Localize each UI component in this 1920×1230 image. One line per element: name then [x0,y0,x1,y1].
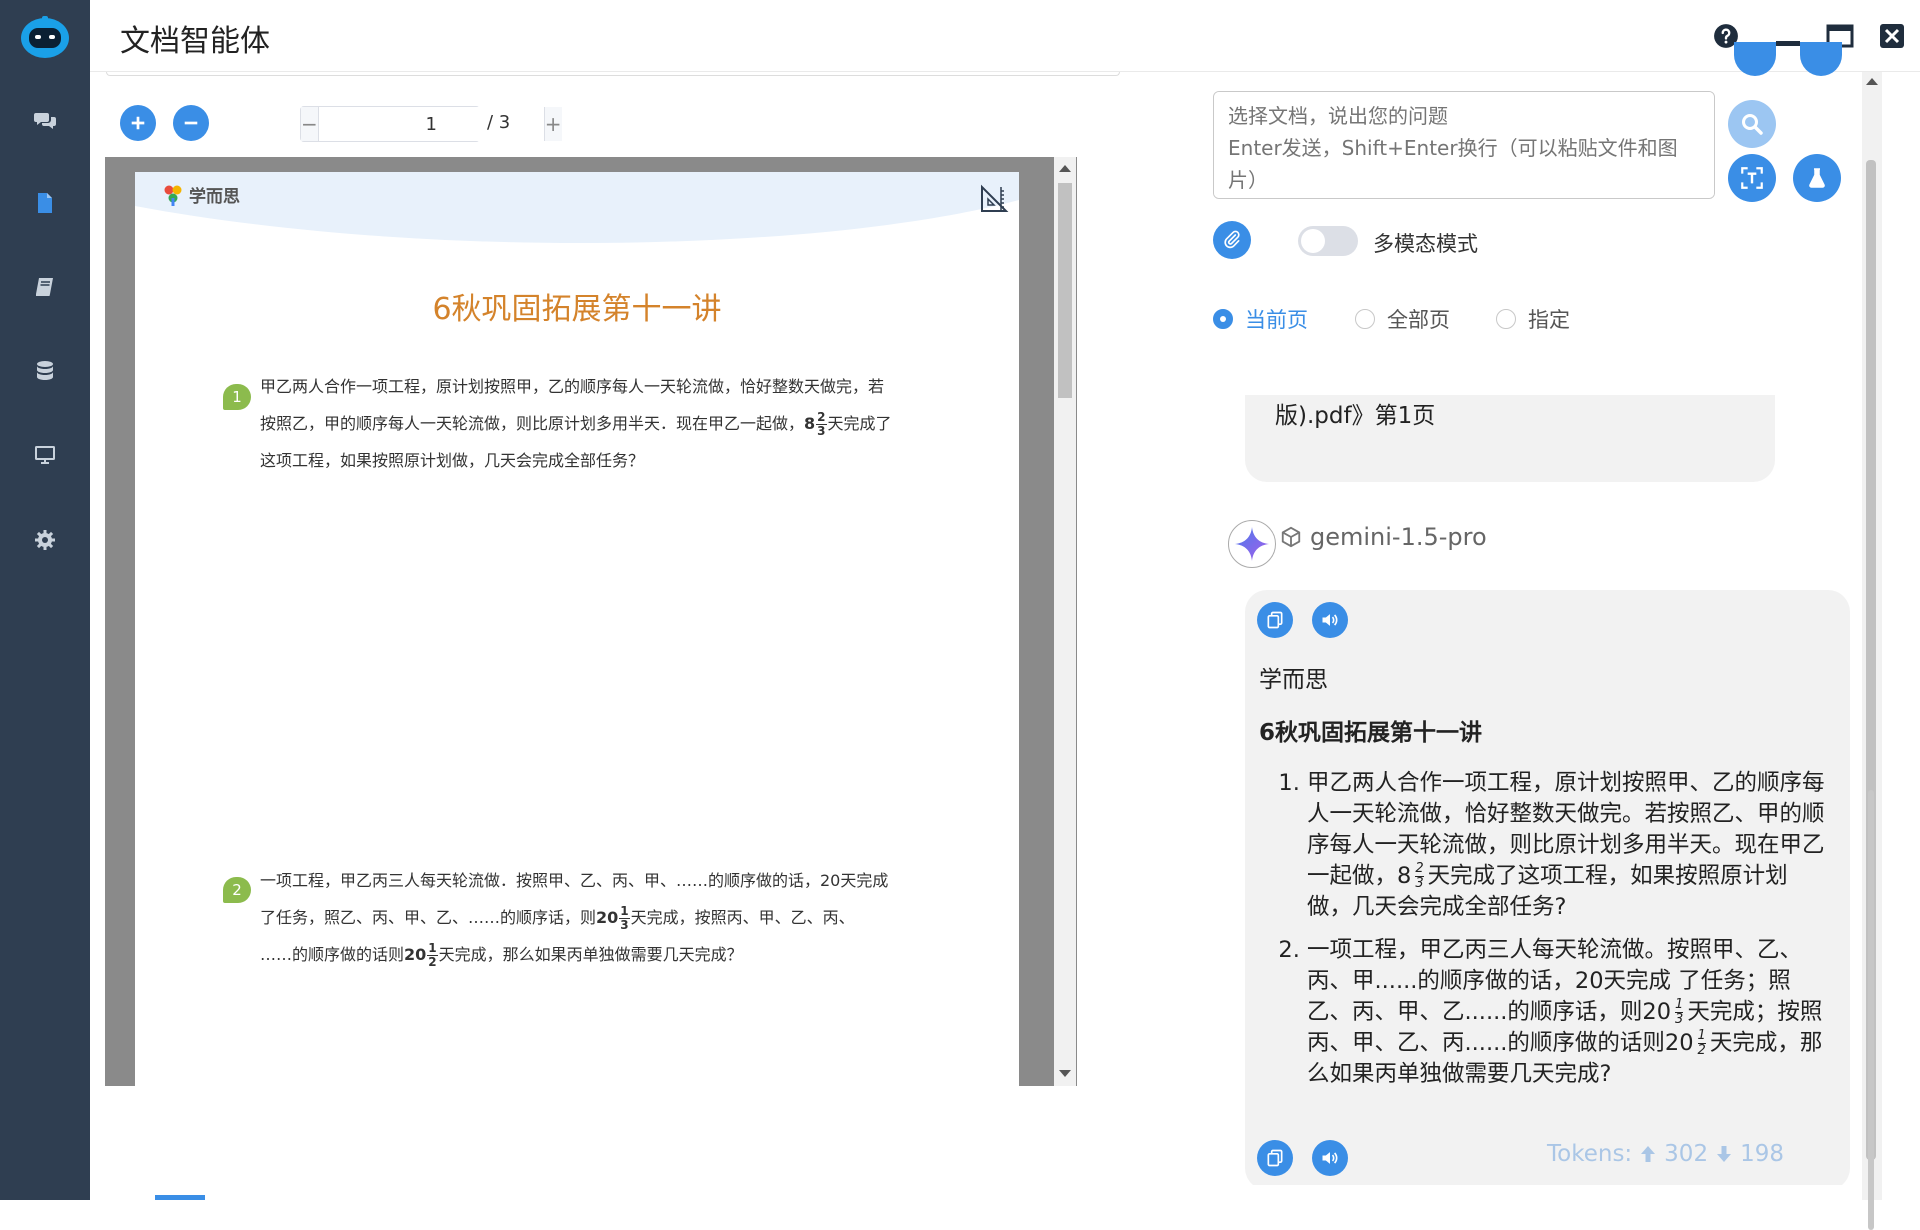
pdf-brand: 学而思 [163,182,240,207]
title-bar: 文档智能体 [90,0,1920,72]
sidebar [0,0,90,1200]
page-number-input[interactable] [317,107,545,141]
radio-all-pages[interactable]: 全部页 [1355,304,1450,334]
close-button[interactable] [1876,20,1908,52]
pdf-title: 6秋巩固拓展第十一讲 [432,292,722,327]
next-page-button[interactable]: + [544,107,562,141]
sidebar-item-settings[interactable] [0,510,90,570]
minus-icon [184,121,198,125]
minimize-icon [1776,41,1800,46]
search-icon [1742,114,1763,135]
text-scan-icon [1741,167,1763,189]
robot-logo-icon [20,14,70,60]
page-stepper: − + [300,106,562,142]
app-title: 文档智能体 [120,24,270,59]
ruler-triangle-icon [981,184,1009,212]
ocr-text-button[interactable] [1728,154,1776,202]
inner-scroll-thumb[interactable] [1868,790,1874,1230]
fraction: 12 [427,941,438,969]
lab-button[interactable] [1793,154,1841,202]
arrow-down-icon [1717,1146,1732,1162]
search-send-button[interactable] [1728,100,1776,148]
question-1-badge: 1 [223,384,251,410]
copy-icon [1267,611,1283,629]
copy-button-bottom[interactable] [1257,1140,1293,1176]
gemini-avatar-icon [1228,520,1276,568]
database-icon [37,361,53,380]
scroll-down-arrow-icon[interactable] [1059,1070,1071,1077]
token-usage: Tokens: 302 198 [1547,1141,1784,1167]
fraction: 23 [1415,861,1424,891]
brand-logo-icon [164,185,182,206]
answer-title: 6秋巩固拓展第十一讲 [1259,720,1483,746]
radio-dot [1355,309,1375,329]
paperclip-icon [1224,230,1240,249]
comments-icon [34,113,56,129]
close-icon [1880,24,1904,48]
header-wave-decoration [135,172,1019,244]
sidebar-item-database[interactable] [0,341,90,401]
book-icon [36,278,53,296]
pdf-toolbar-edge [106,72,1120,76]
gear-icon [35,530,55,550]
zoom-out-button[interactable] [173,105,209,141]
chat-messages[interactable]: 版).pdf》第1页 gemini-1.5-pro 学而思 6秋巩固拓展第十一讲… [1213,395,1873,1185]
sidebar-item-books[interactable] [0,257,90,317]
question-1-text: 甲乙两人合作一项工程，原计划按照甲，乙的顺序每人一天轮流做，恰好整数天做完，若 … [260,377,892,470]
scroll-up-arrow-icon[interactable] [1059,165,1071,172]
radio-specified[interactable]: 指定 [1496,304,1570,334]
cube-icon [1281,526,1301,548]
arrow-up-icon [1641,1146,1656,1162]
multimodal-label: 多模态模式 [1373,232,1478,256]
radio-dot [1496,309,1516,329]
question-2-badge: 2 [223,877,251,903]
desktop-icon [35,446,55,464]
user-message: 版).pdf》第1页 [1245,395,1775,482]
model-label: gemini-1.5-pro [1280,523,1487,551]
fraction: 13 [1675,997,1684,1027]
pdf-scrollbar[interactable] [1054,157,1076,1086]
attach-button[interactable] [1213,221,1251,259]
plus-icon [131,116,145,130]
radio-dot [1213,309,1233,329]
chat-scroll-up-icon[interactable] [1866,78,1878,85]
speaker-icon [1322,1152,1338,1164]
pdf-scroll-thumb[interactable] [1058,183,1072,398]
flask-icon [1809,168,1825,188]
question-2-text: 一项工程，甲乙丙三人每天轮流做．按照甲、乙、丙、甲、……的顺序做的话，20天完成… [260,871,889,969]
active-tab-indicator [155,1195,205,1200]
file-icon [38,193,52,213]
zoom-in-button[interactable] [120,105,156,141]
answer-list: 甲乙两人合作一项工程，原计划按照甲、乙的顺序每人一天轮流做，恰好整数天做完。若按… [1259,768,1829,1102]
sidebar-item-chat[interactable] [0,90,90,150]
speaker-icon [1322,614,1338,626]
speak-button-bottom[interactable] [1312,1140,1348,1176]
pdf-page: 学而思 6秋巩固拓展第十一讲 1 甲乙两人合作一项工程，原计划按照甲，乙的顺序每… [135,172,1019,1086]
sidebar-item-desktop[interactable] [0,425,90,485]
answer-item-1: 甲乙两人合作一项工程，原计划按照甲、乙的顺序每人一天轮流做，恰好整数天做完。若按… [1307,768,1829,923]
prev-page-button[interactable]: − [301,107,318,141]
query-input[interactable] [1213,91,1715,199]
multimodal-toggle[interactable] [1298,226,1358,256]
toggle-knob [1301,229,1325,253]
page-total: / 3 [487,112,511,133]
sidebar-item-document[interactable] [0,173,90,233]
model-name: gemini-1.5-pro [1310,523,1487,551]
assistant-message: 学而思 6秋巩固拓展第十一讲 甲乙两人合作一项工程，原计划按照甲、乙的顺序每人一… [1245,590,1850,1185]
answer-brand: 学而思 [1259,667,1328,693]
answer-item-2: 一项工程，甲乙丙三人每天轮流做。按照甲、乙、丙、甲......的顺序做的话，20… [1307,935,1829,1090]
pdf-viewer[interactable]: 学而思 6秋巩固拓展第十一讲 1 甲乙两人合作一项工程，原计划按照甲，乙的顺序每… [105,157,1077,1086]
fraction: 12 [1697,1028,1706,1058]
pdf-brand-text: 学而思 [189,187,240,207]
speak-button[interactable] [1312,602,1348,638]
fraction: 23 [816,410,827,438]
radio-current-page[interactable]: 当前页 [1213,304,1308,334]
copy-button[interactable] [1257,602,1293,638]
fraction: 13 [619,904,630,932]
copy-icon [1267,1149,1283,1167]
